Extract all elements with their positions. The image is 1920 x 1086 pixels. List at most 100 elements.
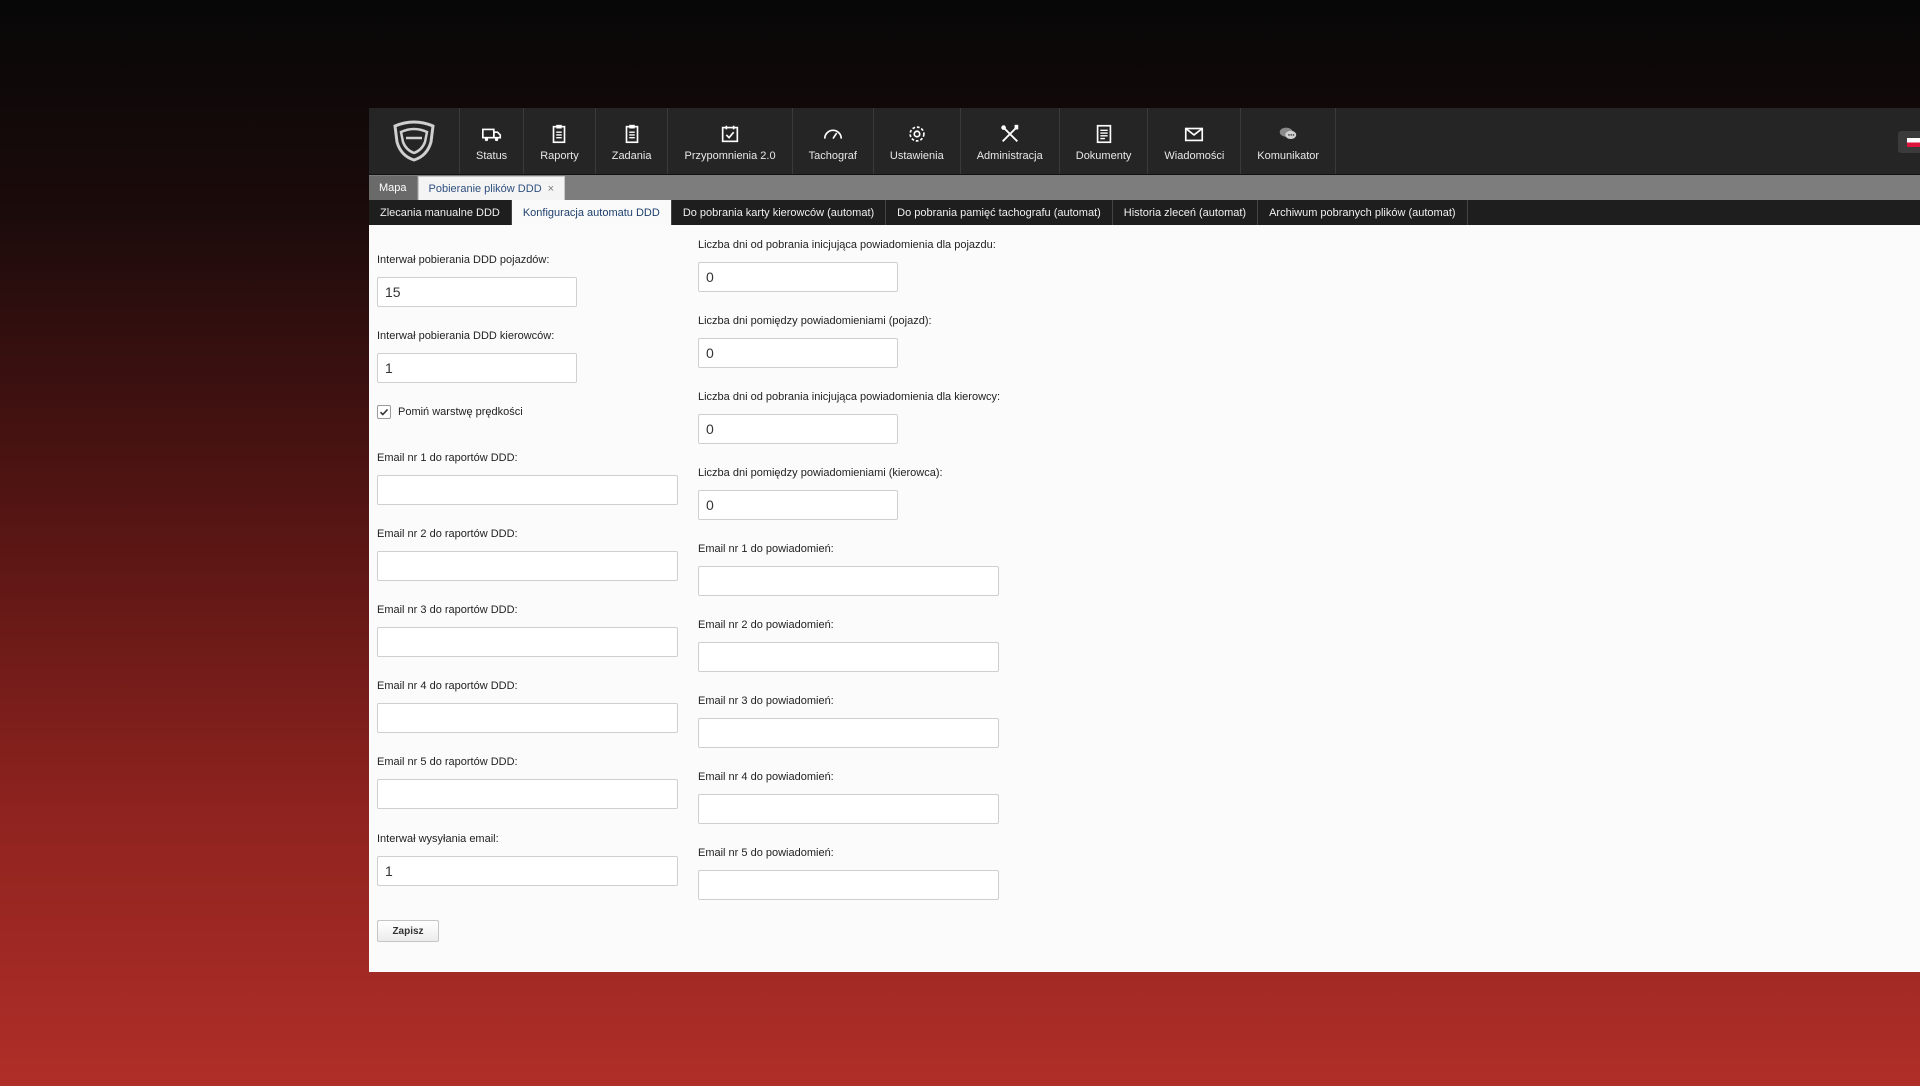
nav-documents[interactable]: Dokumenty: [1060, 108, 1149, 174]
nav-messages-label: Wiadomości: [1164, 150, 1225, 162]
gauge-icon: [823, 129, 842, 140]
chat-icon: [1279, 127, 1297, 140]
days-vehicle-label: Liczba dni od pobrania inicjująca powiad…: [698, 239, 996, 251]
email5-label: Email nr 5 do raportów DDD:: [377, 756, 518, 768]
config-form: Interwał pobierania DDD pojazdów: Interw…: [369, 225, 1920, 972]
nav-reports-label: Raporty: [540, 150, 579, 162]
tab-driver-cards[interactable]: Do pobrania karty kierowców (automat): [672, 200, 887, 225]
tab-auto-config[interactable]: Konfiguracja automatu DDD: [511, 200, 672, 225]
notify3-field: Email nr 3 do powiadomień:: [698, 695, 999, 748]
days-between-driver-label: Liczba dni pomiędzy powiadomieniami (kie…: [698, 467, 943, 479]
email1-input[interactable]: [377, 475, 678, 505]
tab-map[interactable]: Mapa: [369, 176, 418, 200]
nav-reports[interactable]: Raporty: [524, 108, 596, 174]
vehicle-interval-label: Interwał pobierania DDD pojazdów:: [377, 254, 550, 266]
tab-tachograph-memory[interactable]: Do pobrania pamięć tachografu (automat): [886, 200, 1113, 225]
days-driver-label: Liczba dni od pobrania inicjująca powiad…: [698, 391, 1001, 403]
email3-field: Email nr 3 do raportów DDD:: [377, 604, 678, 657]
email3-label: Email nr 3 do raportów DDD:: [377, 604, 518, 616]
tab-ddd-download[interactable]: Pobieranie plików DDD ×: [417, 176, 566, 200]
logo-icon: [393, 120, 435, 162]
close-tab-icon[interactable]: ×: [548, 183, 554, 195]
clipboard-icon: [553, 124, 566, 144]
save-button[interactable]: Zapisz: [377, 920, 439, 942]
driver-interval-label: Interwał pobierania DDD kierowców:: [377, 330, 555, 342]
email-interval-input[interactable]: [377, 856, 678, 886]
notify3-label: Email nr 3 do powiadomień:: [698, 695, 834, 707]
vehicle-interval-field: Interwał pobierania DDD pojazdów:: [377, 254, 577, 307]
email5-field: Email nr 5 do raportów DDD:: [377, 756, 678, 809]
days-between-vehicle-field: Liczba dni pomiędzy powiadomieniami (poj…: [698, 315, 932, 368]
notify1-field: Email nr 1 do powiadomień:: [698, 543, 999, 596]
skip-speed-checkbox-row[interactable]: Pomiń warstwę prędkości: [377, 405, 523, 419]
nav-settings[interactable]: Ustawienia: [874, 108, 961, 174]
email1-field: Email nr 1 do raportów DDD:: [377, 452, 678, 505]
notify2-input[interactable]: [698, 642, 999, 672]
notify4-field: Email nr 4 do powiadomień:: [698, 771, 999, 824]
email2-input[interactable]: [377, 551, 678, 581]
days-driver-input[interactable]: [698, 414, 898, 444]
email1-label: Email nr 1 do raportów DDD:: [377, 452, 518, 464]
envelope-icon: [1185, 127, 1204, 142]
nav-settings-label: Ustawienia: [889, 150, 944, 162]
nav-messages[interactable]: Wiadomości: [1148, 108, 1242, 174]
days-vehicle-input[interactable]: [698, 262, 898, 292]
email2-field: Email nr 2 do raportów DDD:: [377, 528, 678, 581]
tools-icon: [1001, 124, 1018, 142]
notify5-field: Email nr 5 do powiadomień:: [698, 847, 999, 900]
nav-documents-label: Dokumenty: [1075, 150, 1132, 162]
email5-input[interactable]: [377, 779, 678, 809]
primary-tabs: Mapa Pobieranie plików DDD ×: [369, 175, 1920, 200]
days-vehicle-field: Liczba dni od pobrania inicjująca powiad…: [698, 239, 996, 292]
tab-manual-orders[interactable]: Zlecania manualne DDD: [369, 200, 512, 225]
secondary-tabs: Zlecania manualne DDD Konfiguracja autom…: [369, 200, 1920, 225]
tab-order-history[interactable]: Historia zleceń (automat): [1113, 200, 1259, 225]
notify3-input[interactable]: [698, 718, 999, 748]
nav-communicator[interactable]: Komunikator: [1241, 108, 1337, 174]
skip-speed-label: Pomiń warstwę prędkości: [398, 406, 523, 418]
task-list-icon: [625, 124, 638, 144]
notify2-label: Email nr 2 do powiadomień:: [698, 619, 834, 631]
driver-interval-field: Interwał pobierania DDD kierowców:: [377, 330, 577, 383]
notify5-label: Email nr 5 do powiadomień:: [698, 847, 834, 859]
app-window: Status Raporty Zadania Przypomnienia 2.0…: [369, 108, 1920, 972]
notify4-input[interactable]: [698, 794, 999, 824]
nav-status[interactable]: Status: [460, 108, 525, 174]
days-between-vehicle-label: Liczba dni pomiędzy powiadomieniami (poj…: [698, 315, 932, 327]
email3-input[interactable]: [377, 627, 678, 657]
nav-reminders-label: Przypomnienia 2.0: [684, 150, 776, 162]
tab-archive[interactable]: Archiwum pobranych plików (automat): [1258, 200, 1468, 225]
app-logo[interactable]: [369, 108, 460, 174]
days-between-driver-input[interactable]: [698, 490, 898, 520]
email4-input[interactable]: [377, 703, 678, 733]
driver-interval-input[interactable]: [377, 353, 577, 383]
skip-speed-checkbox[interactable]: [377, 405, 391, 419]
notify2-field: Email nr 2 do powiadomień:: [698, 619, 999, 672]
vehicle-interval-input[interactable]: [377, 277, 577, 307]
days-between-vehicle-input[interactable]: [698, 338, 898, 368]
days-between-driver-field: Liczba dni pomiędzy powiadomieniami (kie…: [698, 467, 943, 520]
truck-icon: [481, 128, 501, 142]
language-flag-icon[interactable]: [1898, 131, 1920, 153]
nav-tasks-label: Zadania: [611, 150, 652, 162]
email-interval-field: Interwał wysyłania email:: [377, 833, 678, 886]
email2-label: Email nr 2 do raportów DDD:: [377, 528, 518, 540]
notify1-input[interactable]: [698, 566, 999, 596]
notify1-label: Email nr 1 do powiadomień:: [698, 543, 834, 555]
gear-icon: [909, 126, 925, 142]
nav-administration-label: Administracja: [976, 150, 1043, 162]
nav-tasks[interactable]: Zadania: [596, 108, 669, 174]
email4-label: Email nr 4 do raportów DDD:: [377, 680, 518, 692]
nav-tachograph-label: Tachograf: [808, 150, 857, 162]
document-icon: [1096, 124, 1111, 144]
tab-ddd-download-label: Pobieranie plików DDD: [428, 182, 542, 195]
email4-field: Email nr 4 do raportów DDD:: [377, 680, 678, 733]
tab-map-label: Mapa: [379, 182, 407, 194]
checkmark-icon: [379, 408, 389, 416]
notify4-label: Email nr 4 do powiadomień:: [698, 771, 834, 783]
email-interval-label: Interwał wysyłania email:: [377, 833, 499, 845]
nav-administration[interactable]: Administracja: [961, 108, 1060, 174]
notify5-input[interactable]: [698, 870, 999, 900]
nav-reminders[interactable]: Przypomnienia 2.0: [668, 108, 793, 174]
nav-tachograph[interactable]: Tachograf: [793, 108, 874, 174]
